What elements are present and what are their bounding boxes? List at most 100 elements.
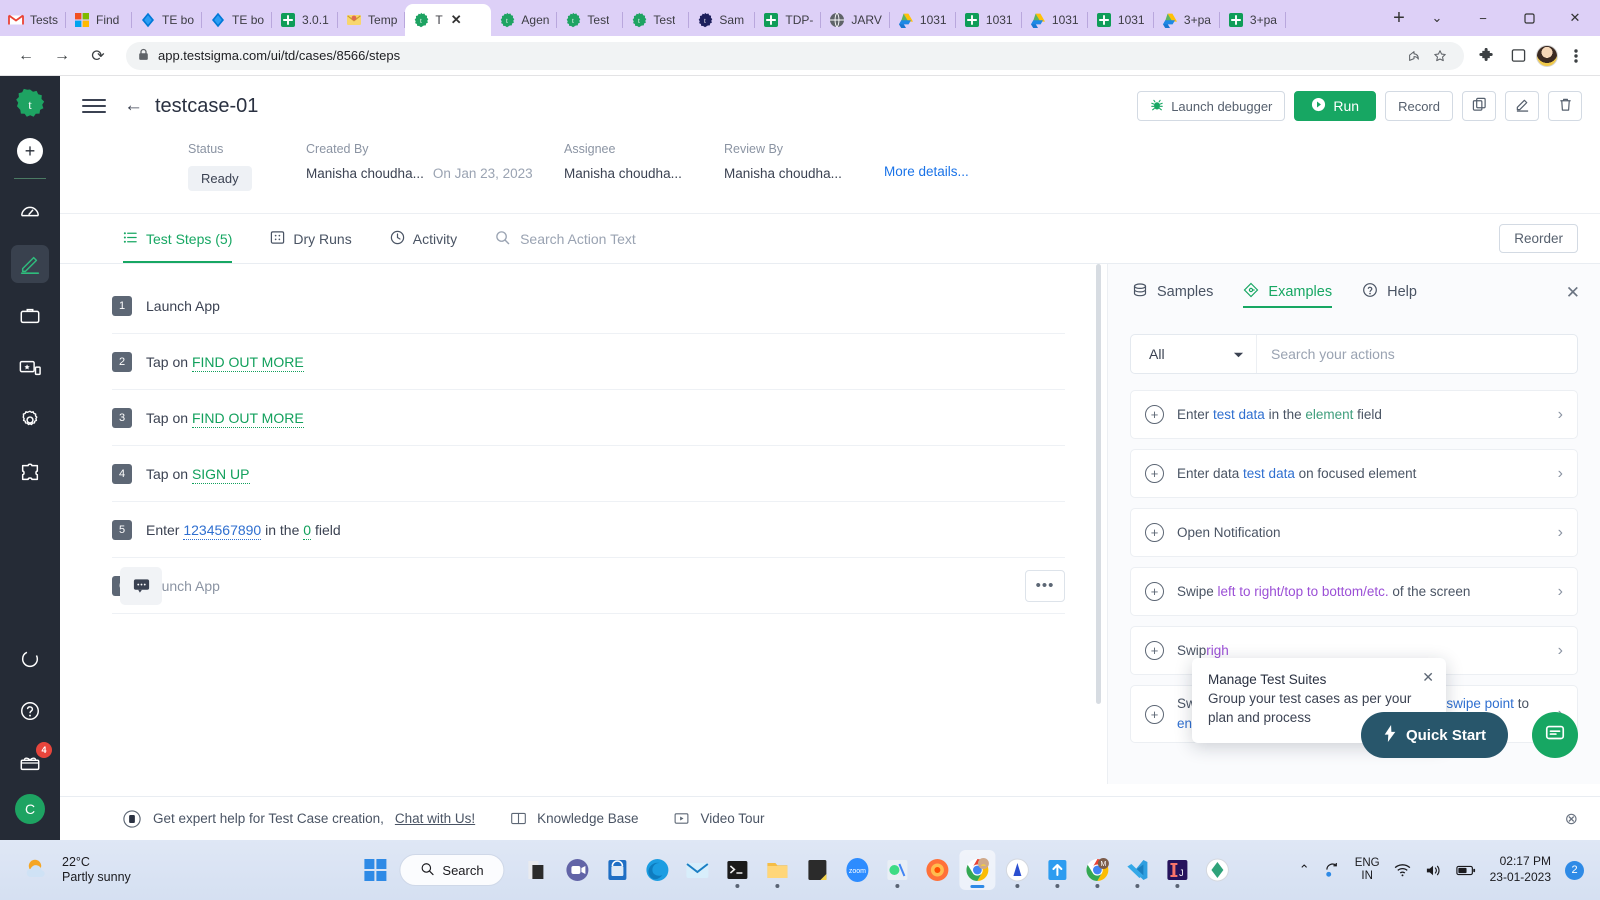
test-step-row[interactable]: 6Launch App•••: [112, 558, 1065, 614]
search-action-text-input[interactable]: Search Action Text: [495, 230, 636, 248]
chat-with-us-link[interactable]: Chat with Us!: [395, 811, 475, 826]
browser-tab[interactable]: Find: [66, 4, 133, 36]
share-icon[interactable]: [1402, 44, 1426, 68]
knowledge-base-item[interactable]: Knowledge Base: [508, 809, 638, 829]
steps-scrollbar[interactable]: [1096, 264, 1101, 704]
browser-tab[interactable]: Tests: [0, 4, 67, 36]
extensions-puzzle-icon[interactable]: [1472, 42, 1500, 70]
action-card[interactable]: + Enter test data in the element field ›: [1130, 390, 1578, 439]
sidebar-item-whats-new[interactable]: 4: [11, 742, 52, 782]
chevron-right-icon[interactable]: ›: [1558, 583, 1563, 601]
taskbar-app-android-studio[interactable]: [880, 850, 916, 890]
clock-widget[interactable]: 02:17 PM 23-01-2023: [1490, 854, 1551, 885]
delete-button[interactable]: [1548, 91, 1582, 121]
action-card[interactable]: + Open Notification ›: [1130, 508, 1578, 557]
chevron-right-icon[interactable]: ›: [1558, 642, 1563, 660]
chat-support-icon[interactable]: [122, 809, 142, 829]
step-more-menu-button[interactable]: •••: [1025, 569, 1065, 602]
sidebar-item-dashboard[interactable]: [11, 193, 49, 231]
video-tour-item[interactable]: Video Tour: [671, 809, 765, 829]
tray-language-indicator[interactable]: ENG IN: [1355, 857, 1380, 883]
edit-button[interactable]: [1505, 91, 1539, 121]
taskbar-app-upload[interactable]: [1040, 850, 1076, 890]
tab-activity[interactable]: Activity: [390, 214, 457, 263]
browser-tab[interactable]: t Test: [623, 4, 690, 36]
close-tab-icon[interactable]: ✕: [451, 12, 462, 28]
browser-tab[interactable]: TDP-: [755, 4, 822, 36]
step-token-element[interactable]: FIND OUT MORE: [191, 409, 304, 428]
sidebar-item-create-tests[interactable]: [11, 245, 49, 283]
add-action-icon[interactable]: +: [1145, 464, 1164, 483]
browser-tab[interactable]: 3.0.1: [272, 4, 339, 36]
browser-tab[interactable]: TE bo: [202, 4, 273, 36]
more-details-link[interactable]: More details...: [884, 164, 969, 179]
sidepanel-icon[interactable]: [1504, 42, 1532, 70]
sidebar-item-settings[interactable]: [11, 401, 49, 439]
taskbar-app-zoom[interactable]: zoom: [840, 850, 876, 890]
chevron-right-icon[interactable]: ›: [1558, 524, 1563, 542]
taskbar-app-edge[interactable]: [640, 850, 676, 890]
address-bar[interactable]: app.testsigma.com/ui/td/cases/8566/steps: [126, 41, 1464, 70]
volume-icon[interactable]: [1425, 863, 1442, 878]
close-window-button[interactable]: ✕: [1552, 2, 1598, 34]
browser-tab[interactable]: 1031: [1088, 4, 1154, 36]
add-action-icon[interactable]: +: [1145, 405, 1164, 424]
back-icon[interactable]: ←: [10, 40, 42, 72]
test-step-row[interactable]: 5 Enter 1234567890 in the 0 field: [112, 502, 1065, 558]
profile-avatar[interactable]: [1536, 44, 1558, 67]
test-step-row[interactable]: 1 Launch App: [112, 278, 1065, 334]
notification-badge[interactable]: 2: [1565, 860, 1584, 880]
step-token-element[interactable]: 0: [303, 521, 312, 540]
new-tab-button[interactable]: +: [1384, 3, 1414, 33]
weather-widget[interactable]: 22°C Partly sunny: [0, 855, 131, 885]
taskbar-app-firefox[interactable]: [920, 850, 956, 890]
forward-icon[interactable]: →: [46, 40, 78, 72]
maximize-button[interactable]: [1506, 2, 1552, 34]
help-bar-close-button[interactable]: ⊗: [1565, 809, 1578, 829]
taskbar-app-sticky-notes[interactable]: [800, 850, 836, 890]
taskbar-app-file-explorer[interactable]: [760, 850, 796, 890]
action-card[interactable]: + Enter data test data on focused element…: [1130, 449, 1578, 498]
test-step-row[interactable]: 4 Tap on SIGN UP: [112, 446, 1065, 502]
tab-test-steps[interactable]: Test Steps (5): [123, 214, 233, 263]
reorder-button[interactable]: Reorder: [1499, 224, 1578, 253]
browser-tab[interactable]: JARV: [821, 4, 891, 36]
bookmark-star-icon[interactable]: [1428, 44, 1452, 68]
menu-hamburger-icon[interactable]: [82, 99, 106, 113]
taskbar-app-microsoft-store[interactable]: [600, 850, 636, 890]
create-new-button[interactable]: +: [17, 138, 43, 164]
chevron-right-icon[interactable]: ›: [1558, 406, 1563, 424]
sidebar-item-addons[interactable]: [11, 453, 49, 491]
actions-search-input[interactable]: Search your actions: [1257, 346, 1577, 362]
step-token-data[interactable]: 1234567890: [183, 521, 262, 540]
reload-icon[interactable]: ⟳: [82, 40, 114, 72]
add-action-icon[interactable]: +: [1145, 523, 1164, 542]
comment-icon[interactable]: [120, 566, 162, 605]
browser-tab[interactable]: 3+pa: [1220, 4, 1286, 36]
battery-icon[interactable]: [1455, 864, 1476, 877]
tray-sync-icon[interactable]: [1324, 862, 1341, 879]
taskbar-search-button[interactable]: Search: [399, 854, 505, 886]
add-action-icon[interactable]: +: [1145, 582, 1164, 601]
record-button[interactable]: Record: [1385, 91, 1453, 121]
browser-tab[interactable]: TE bo: [132, 4, 203, 36]
sidebar-item-test-plans[interactable]: [11, 297, 49, 335]
taskbar-app-terminal[interactable]: [720, 850, 756, 890]
action-card[interactable]: + Swipe left to right/top to bottom/etc. …: [1130, 567, 1578, 616]
taskbar-app-intellij[interactable]: J: [1160, 850, 1196, 890]
step-token-element[interactable]: FIND OUT MORE: [191, 353, 304, 372]
sidebar-item-test-lab[interactable]: [11, 349, 49, 387]
taskbar-app-vscode[interactable]: [1120, 850, 1156, 890]
test-step-row[interactable]: 3 Tap on FIND OUT MORE: [112, 390, 1065, 446]
browser-tab[interactable]: t Agen: [491, 4, 558, 36]
windows-start-icon[interactable]: [364, 859, 387, 881]
taskbar-app-app[interactable]: [1000, 850, 1036, 890]
step-token-element[interactable]: SIGN UP: [191, 465, 250, 484]
launch-debugger-button[interactable]: Launch debugger: [1137, 91, 1286, 121]
browser-tab[interactable]: 1031: [956, 4, 1022, 36]
taskbar-app-chrome-m[interactable]: M: [1080, 850, 1116, 890]
tooltip-close-button[interactable]: ✕: [1422, 669, 1434, 686]
tab-search-icon[interactable]: ⌄: [1414, 2, 1460, 34]
run-button[interactable]: Run: [1294, 91, 1377, 121]
tray-chevron-icon[interactable]: ⌃: [1299, 862, 1310, 878]
